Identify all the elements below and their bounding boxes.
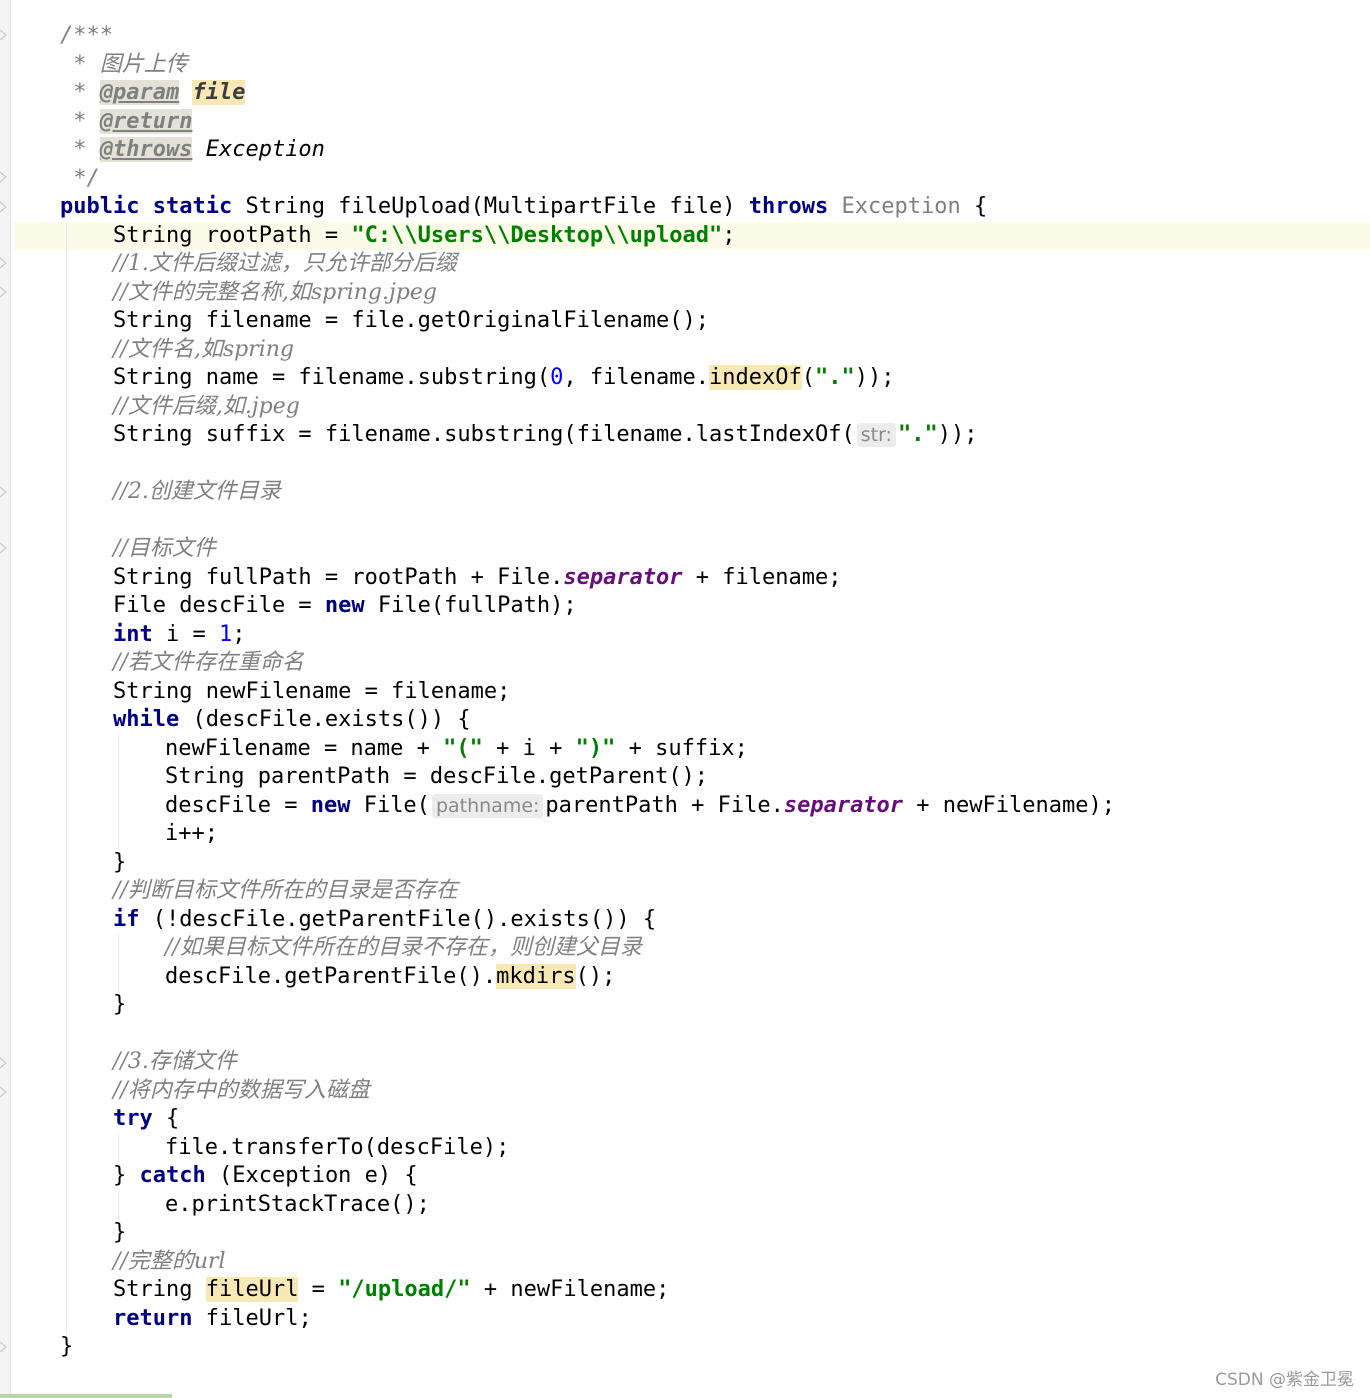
- code-line: file.transferTo(descFile);: [14, 1133, 1370, 1162]
- fold-marker-icon[interactable]: [0, 1340, 8, 1354]
- code-comment: //目标文件: [14, 535, 1370, 564]
- code-line: descFile.getParentFile().mkdirs();: [14, 962, 1370, 991]
- code-line: while (descFile.exists()) {: [14, 706, 1370, 735]
- code-comment: //如果目标文件所在的目录不存在，则创建父目录: [14, 934, 1370, 963]
- blank-line: [14, 1019, 1370, 1048]
- fold-marker-icon[interactable]: [0, 256, 8, 270]
- code-line: * @throws Exception: [60, 137, 325, 162]
- code-line: }: [14, 848, 1370, 877]
- code-comment: //1.文件后缀过滤，只允许部分后缀: [14, 250, 1370, 279]
- watermark: CSDN @紫金卫冕: [1215, 1370, 1354, 1390]
- code-comment: //文件名,如spring: [14, 335, 1370, 364]
- blank-line: [14, 449, 1370, 478]
- param-hint: str:: [856, 423, 896, 447]
- code-line: newFilename = name + "(" + i + ")" + suf…: [14, 734, 1370, 763]
- fold-marker-icon[interactable]: [0, 485, 8, 499]
- code-line-current: String rootPath = "C:\\Users\\Desktop\\u…: [14, 221, 1370, 250]
- fold-marker-icon[interactable]: [0, 285, 8, 299]
- code-line: String newFilename = filename;: [14, 677, 1370, 706]
- method-signature: public static String fileUpload(Multipar…: [60, 194, 988, 219]
- fold-marker-icon[interactable]: [0, 541, 8, 555]
- code-comment: //将内存中的数据写入磁盘: [14, 1076, 1370, 1105]
- fold-marker-icon[interactable]: [0, 28, 8, 42]
- code-line: * @return: [60, 108, 193, 134]
- code-line: * @param file: [60, 80, 246, 105]
- code-line: File descFile = new File(fullPath);: [14, 592, 1370, 621]
- code-comment: //文件的完整名称,如spring.jpeg: [14, 278, 1370, 307]
- code-line: String name = filename.substring(0, file…: [14, 364, 1370, 393]
- fold-marker-icon[interactable]: [0, 1056, 8, 1070]
- code-line: String fullPath = rootPath + File.separa…: [14, 563, 1370, 592]
- code-line: }: [14, 1219, 1370, 1248]
- code-line: }: [60, 1334, 74, 1359]
- code-line: String suffix = filename.substring(filen…: [14, 421, 1370, 450]
- code-line: */: [60, 165, 100, 191]
- code-comment: //3.存储文件: [14, 1048, 1370, 1077]
- code-line: String parentPath = descFile.getParent()…: [14, 763, 1370, 792]
- code-line: descFile = new File(pathname: parentPath …: [14, 791, 1370, 820]
- code-comment: //2.创建文件目录: [14, 478, 1370, 507]
- code-comment: //若文件存在重命名: [14, 649, 1370, 678]
- code-line: int i = 1;: [14, 620, 1370, 649]
- code-line: if (!descFile.getParentFile().exists()) …: [14, 905, 1370, 934]
- code-editor[interactable]: /*** * 图片上传 * @param file * @return * @t…: [14, 22, 1370, 1362]
- fold-marker-icon[interactable]: [0, 1085, 8, 1099]
- param-hint: pathname:: [431, 793, 544, 818]
- fold-marker-icon[interactable]: [0, 170, 8, 184]
- code-line: return fileUrl;: [14, 1304, 1370, 1333]
- code-line: String fileUrl = "/upload/" + newFilenam…: [14, 1276, 1370, 1305]
- fold-marker-icon[interactable]: [0, 200, 8, 214]
- code-line: * 图片上传: [60, 51, 188, 77]
- code-comment: //文件后缀,如.jpeg: [14, 392, 1370, 421]
- code-comment: //判断目标文件所在的目录是否存在: [14, 877, 1370, 906]
- code-line: try {: [14, 1105, 1370, 1134]
- blank-line: [14, 506, 1370, 535]
- code-line: }: [14, 991, 1370, 1020]
- code-line: i++;: [14, 820, 1370, 849]
- status-bar-fragment: [0, 1394, 172, 1398]
- code-line: String filename = file.getOriginalFilena…: [14, 307, 1370, 336]
- code-line: e.printStackTrace();: [14, 1190, 1370, 1219]
- code-line: /***: [60, 23, 113, 48]
- code-comment: //完整的url: [14, 1247, 1370, 1276]
- code-line: } catch (Exception e) {: [14, 1162, 1370, 1191]
